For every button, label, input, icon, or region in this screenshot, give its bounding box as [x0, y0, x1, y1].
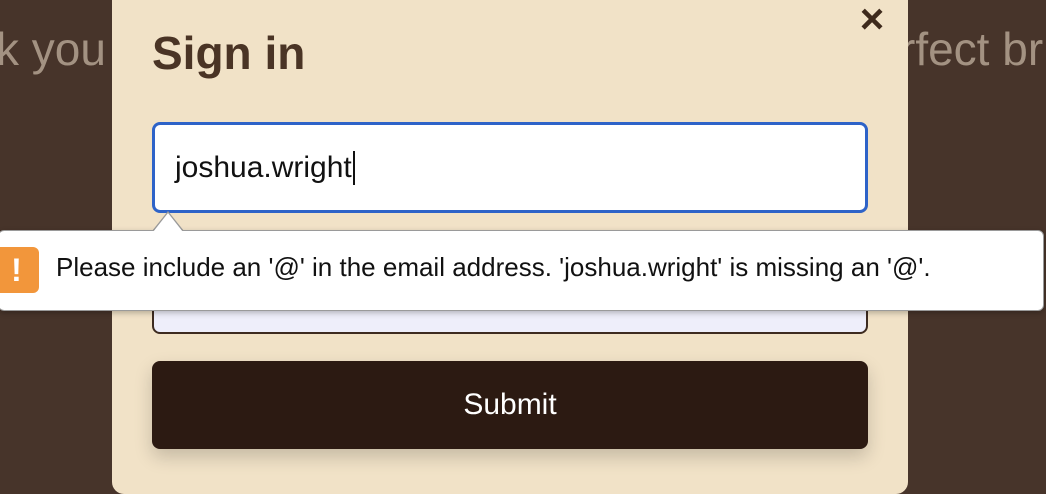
email-field[interactable]: joshua.wright	[152, 122, 868, 213]
warning-icon: !	[0, 247, 39, 293]
text-caret	[352, 150, 355, 185]
modal-title: Sign in	[152, 27, 306, 79]
background-text-left: k you	[0, 23, 106, 75]
tooltip-arrow-fill	[153, 213, 183, 232]
close-icon[interactable]: ×	[852, 0, 892, 44]
validation-message: Please include an '@' in the email addre…	[56, 252, 931, 282]
email-field-value: joshua.wright	[175, 150, 352, 184]
background-text-right: rfect br	[900, 23, 1044, 75]
submit-button[interactable]: Submit	[152, 361, 868, 449]
